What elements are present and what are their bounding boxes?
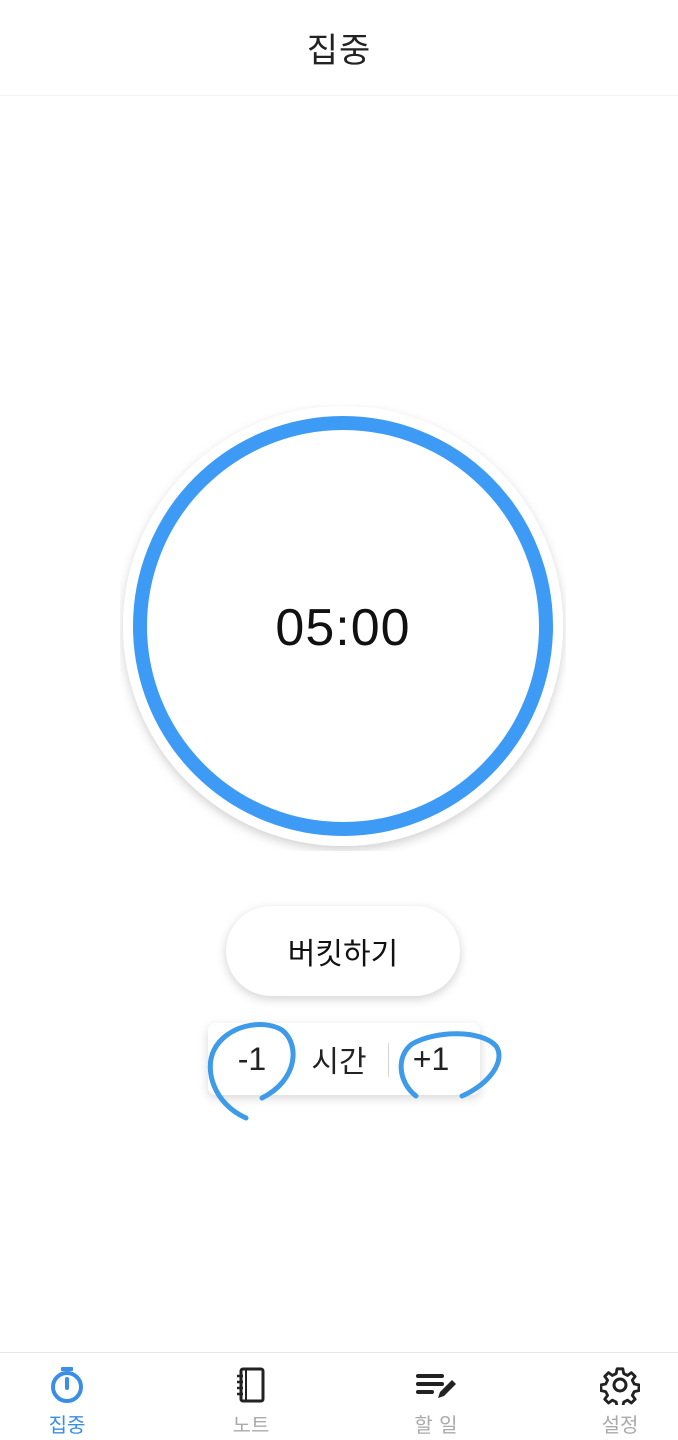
time-stepper-label: 시간: [311, 1045, 367, 1080]
edit-list-icon: [416, 1374, 456, 1398]
tab-settings[interactable]: 설정: [570, 1353, 670, 1440]
stepper-divider: [388, 1043, 389, 1077]
bottom-tab-bar: 집중 노트 할 일 설정: [0, 1352, 678, 1440]
tab-notes[interactable]: 노트: [201, 1353, 301, 1440]
tab-label: 할 일: [414, 1413, 458, 1437]
timer-dial: 05:00: [120, 405, 566, 851]
timer-display: 05:00: [275, 599, 411, 657]
tab-todo[interactable]: 할 일: [386, 1353, 486, 1440]
tab-focus[interactable]: 집중: [17, 1353, 117, 1440]
increase-time-button[interactable]: +1: [398, 1023, 464, 1095]
notebook-icon: [237, 1367, 265, 1403]
time-stepper: -1 시간 +1: [208, 1023, 480, 1095]
decrease-time-button[interactable]: -1: [220, 1023, 284, 1095]
stopwatch-icon: [51, 1367, 83, 1403]
tab-label: 노트: [232, 1413, 270, 1437]
page-title: 집중: [306, 31, 372, 71]
app-header: 집중: [0, 0, 678, 96]
tab-label: 집중: [48, 1413, 86, 1437]
bucket-button[interactable]: 버킷하기: [226, 906, 460, 996]
gear-icon: [600, 1367, 640, 1405]
tab-label: 설정: [601, 1413, 639, 1437]
